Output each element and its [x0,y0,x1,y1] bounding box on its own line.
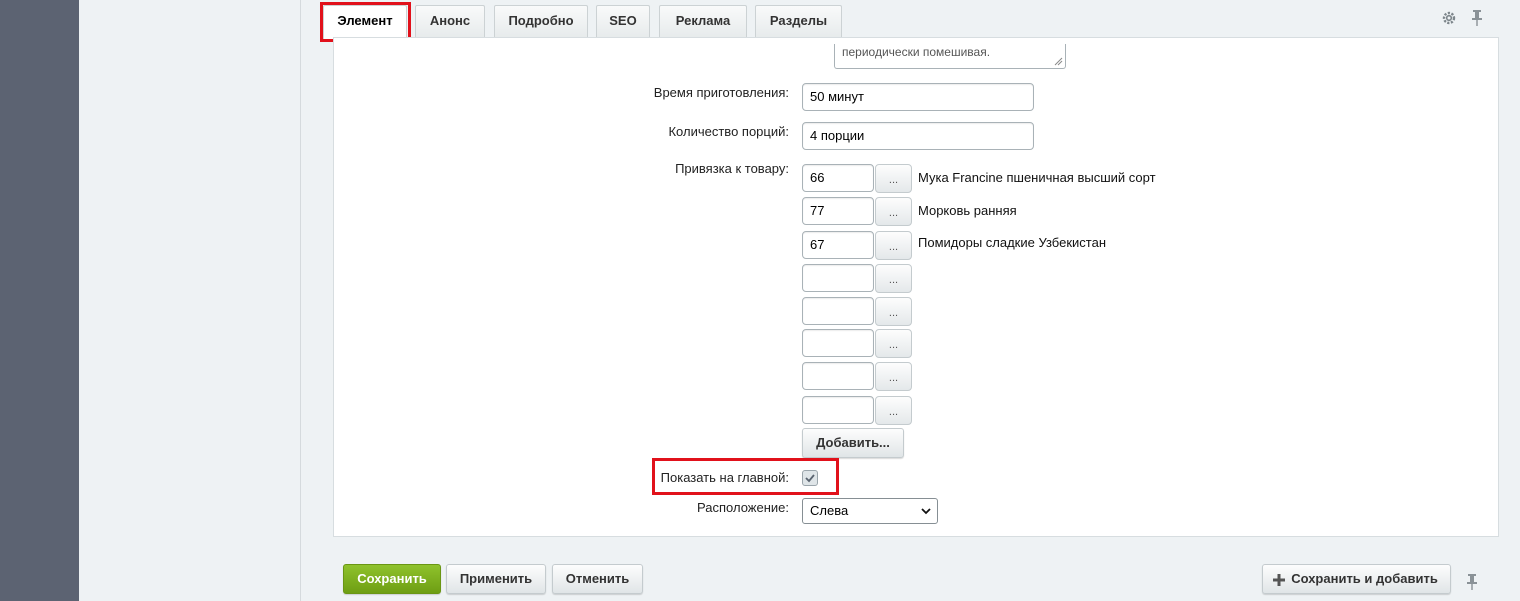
product-id-input[interactable]: 66 [802,164,874,192]
product-id-input[interactable]: 67 [802,231,874,259]
product-id-input[interactable] [802,264,874,292]
form-panel: периодически помешивая. Время приготовле… [333,37,1499,537]
chevron-down-icon [921,508,931,515]
left-strip [0,0,79,601]
checkmark-icon [805,474,815,483]
product-name: Помидоры сладкие Узбекистан [918,235,1107,250]
product-id-input[interactable] [802,329,874,357]
add-product-button[interactable]: Добавить... [802,428,904,458]
product-browse-button[interactable]: ... [875,329,912,358]
tab-element[interactable]: Элемент [323,5,407,39]
save-and-add-label: Сохранить и добавить [1291,571,1438,586]
save-button[interactable]: Сохранить [343,564,441,594]
product-browse-button[interactable]: ... [875,197,912,226]
cooking-time-label: Время приготовления: [653,85,789,100]
tab-sections[interactable]: Разделы [755,5,842,37]
product-browse-button[interactable]: ... [875,231,912,260]
tab-seo[interactable]: SEO [596,5,650,37]
show-on-main-checkbox[interactable] [802,470,818,486]
gear-icon[interactable] [1442,11,1456,28]
position-select-value: Слева [810,503,849,518]
textarea-text: периодически помешивая. [842,45,991,59]
cooking-time-input[interactable]: 50 минут [802,83,1034,111]
product-id-input[interactable]: 77 [802,197,874,225]
show-on-main-label: Показать на главной: [660,470,789,485]
pin-icon[interactable] [1467,574,1477,593]
product-name: Морковь ранняя [918,203,1017,218]
product-id-input[interactable] [802,297,874,325]
content-area: Элемент Анонс Подробно SEO Реклама Разде… [301,0,1520,601]
resize-grip-icon[interactable] [1053,56,1063,66]
product-name: Мука Francine пшеничная высший сорт [918,170,1156,185]
product-browse-button[interactable]: ... [875,297,912,326]
position-select[interactable]: Слева [802,498,938,524]
product-link-label: Привязка к товару: [675,161,789,176]
cancel-button[interactable]: Отменить [552,564,643,594]
save-and-add-button[interactable]: Сохранить и добавить [1262,564,1451,594]
portions-label: Количество порций: [668,124,789,139]
apply-button[interactable]: Применить [446,564,546,594]
product-id-input[interactable] [802,396,874,424]
product-browse-button[interactable]: ... [875,396,912,425]
product-browse-button[interactable]: ... [875,362,912,391]
position-label: Расположение: [697,500,789,515]
pin-icon[interactable] [1472,10,1482,29]
plus-icon [1273,574,1285,586]
tab-ads[interactable]: Реклама [659,5,747,37]
portions-input[interactable]: 4 порции [802,122,1034,150]
detail-textarea[interactable]: периодически помешивая. [834,44,1066,69]
product-browse-button[interactable]: ... [875,164,912,193]
sidebar [79,0,301,601]
product-browse-button[interactable]: ... [875,264,912,293]
tab-details[interactable]: Подробно [494,5,588,37]
product-id-input[interactable] [802,362,874,390]
tab-announce[interactable]: Анонс [415,5,485,37]
